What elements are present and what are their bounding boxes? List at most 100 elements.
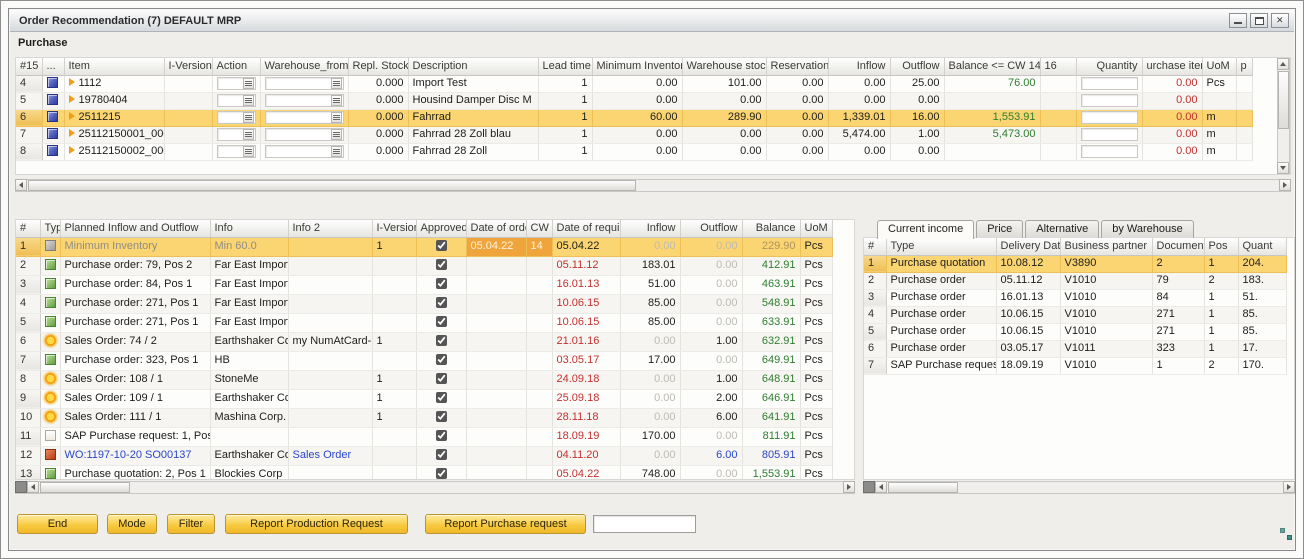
- quantity-input[interactable]: [1081, 145, 1138, 158]
- column-header[interactable]: #15: [16, 58, 42, 75]
- tab-alternative[interactable]: Alternative: [1025, 220, 1099, 238]
- column-header[interactable]: Typ: [40, 220, 60, 237]
- horizontal-scroll-thumb[interactable]: [40, 482, 130, 493]
- scroll-down-button[interactable]: [1277, 162, 1289, 174]
- choose-from-list-icon[interactable]: [331, 129, 342, 140]
- tab-current-income[interactable]: Current income: [877, 220, 974, 239]
- approved-checkbox[interactable]: [436, 297, 447, 308]
- minimize-button[interactable]: [1229, 13, 1247, 28]
- link-arrow-icon[interactable]: [69, 129, 75, 137]
- scroll-left-button[interactable]: [15, 179, 27, 191]
- column-header[interactable]: Business partner: [1060, 238, 1152, 255]
- column-header[interactable]: Document: [1152, 238, 1204, 255]
- approved-checkbox[interactable]: [436, 468, 447, 479]
- scroll-right-button[interactable]: [1283, 481, 1295, 493]
- approved-checkbox[interactable]: [436, 430, 447, 441]
- end-button[interactable]: End: [17, 514, 98, 534]
- quantity-input[interactable]: [1081, 77, 1138, 90]
- scroll-left-button[interactable]: [875, 481, 887, 493]
- column-header[interactable]: Balance <= CW 14: [944, 58, 1040, 75]
- resize-grip-icon[interactable]: [1279, 527, 1292, 540]
- top-grid-horizontal-scrollbar[interactable]: [15, 179, 1291, 192]
- income-grid-row[interactable]: 4Purchase order10.06.15V1010271185.: [864, 306, 1286, 323]
- title-bar[interactable]: Order Recommendation (7) DEFAULT MRP: [10, 10, 1294, 32]
- restore-button[interactable]: [1250, 13, 1268, 28]
- income-grid-row[interactable]: 3Purchase order16.01.13V101084151.: [864, 289, 1286, 306]
- approved-checkbox[interactable]: [436, 411, 447, 422]
- column-header[interactable]: urchase item: [1142, 58, 1202, 75]
- planned-grid-row[interactable]: 8Sales Order: 108 / 1StoneMe124.09.180.0…: [16, 370, 832, 389]
- column-header[interactable]: Balance: [742, 220, 800, 237]
- link-arrow-icon[interactable]: [69, 78, 75, 86]
- top-grid-row[interactable]: 625112150.000Fahrrad160.00289.900.001,33…: [16, 109, 1252, 126]
- action-input[interactable]: [217, 77, 256, 90]
- column-header[interactable]: Delivery Date: [996, 238, 1060, 255]
- column-header[interactable]: Minimum Inventory: [592, 58, 682, 75]
- column-header[interactable]: Quant: [1238, 238, 1286, 255]
- approved-checkbox[interactable]: [436, 335, 447, 346]
- top-grid-row[interactable]: 725112150001_0000.000Fahrrad 28 Zoll bla…: [16, 126, 1252, 143]
- column-header[interactable]: Info 2: [288, 220, 372, 237]
- column-header[interactable]: Outflow: [680, 220, 742, 237]
- planned-grid-row[interactable]: 5Purchase order: 271, Pos 1Far East Impo…: [16, 313, 832, 332]
- column-header[interactable]: Quantity: [1076, 58, 1142, 75]
- column-header[interactable]: Warehouse_from: [260, 58, 348, 75]
- column-header[interactable]: I-Version: [164, 58, 212, 75]
- link-arrow-icon[interactable]: [69, 112, 75, 120]
- choose-from-list-icon[interactable]: [243, 146, 254, 157]
- choose-from-list-icon[interactable]: [331, 112, 342, 123]
- column-header[interactable]: #: [864, 238, 886, 255]
- column-header[interactable]: p: [1236, 58, 1252, 75]
- planned-grid-row[interactable]: 9Sales Order: 109 / 1Earthshaker Cor125.…: [16, 389, 832, 408]
- planned-grid-row[interactable]: 11SAP Purchase request: 1, Pos 218.09.19…: [16, 427, 832, 446]
- column-header[interactable]: CW: [526, 220, 552, 237]
- column-header[interactable]: Planned Inflow and Outflow: [60, 220, 210, 237]
- choose-from-list-icon[interactable]: [243, 95, 254, 106]
- column-header[interactable]: Repl. Stock: [348, 58, 408, 75]
- report-production-request-button[interactable]: Report Production Request: [225, 514, 408, 534]
- column-header[interactable]: Inflow: [620, 220, 680, 237]
- choose-from-list-icon[interactable]: [243, 129, 254, 140]
- column-header[interactable]: Type: [886, 238, 996, 255]
- approved-checkbox[interactable]: [436, 354, 447, 365]
- report-purchase-request-button[interactable]: Report Purchase request: [425, 514, 586, 534]
- approved-checkbox[interactable]: [436, 449, 447, 460]
- choose-from-list-icon[interactable]: [243, 78, 254, 89]
- planned-grid-horizontal-scrollbar[interactable]: [15, 481, 855, 494]
- approved-checkbox[interactable]: [436, 240, 447, 251]
- tab-by-warehouse[interactable]: by Warehouse: [1101, 220, 1194, 238]
- top-grid-row[interactable]: 411120.000Import Test10.00101.000.000.00…: [16, 75, 1252, 92]
- column-header[interactable]: Pos: [1204, 238, 1238, 255]
- warehouse-from-input[interactable]: [265, 145, 344, 158]
- filter-button[interactable]: Filter: [167, 514, 215, 534]
- planned-grid-row[interactable]: 13Purchase quotation: 2, Pos 1Blockies C…: [16, 465, 832, 480]
- choose-from-list-icon[interactable]: [331, 146, 342, 157]
- planned-grid-row[interactable]: 2Purchase order: 79, Pos 2Far East Impor…: [16, 256, 832, 275]
- scroll-up-button[interactable]: [1277, 58, 1289, 70]
- column-header[interactable]: ...: [42, 58, 64, 75]
- horizontal-scroll-thumb[interactable]: [28, 180, 636, 191]
- income-grid-row[interactable]: 2Purchase order05.11.12V1010792183.: [864, 272, 1286, 289]
- column-header[interactable]: Outflow: [890, 58, 944, 75]
- approved-checkbox[interactable]: [436, 392, 447, 403]
- column-header[interactable]: Date of order: [466, 220, 526, 237]
- approved-checkbox[interactable]: [436, 373, 447, 384]
- scroll-left-button[interactable]: [27, 481, 39, 493]
- column-header[interactable]: Reservation: [766, 58, 828, 75]
- link-arrow-icon[interactable]: [69, 95, 75, 103]
- column-header[interactable]: UoM: [1202, 58, 1236, 75]
- footer-input[interactable]: [593, 515, 696, 533]
- action-input[interactable]: [217, 128, 256, 141]
- quantity-input[interactable]: [1081, 111, 1138, 124]
- horizontal-scroll-thumb[interactable]: [888, 482, 958, 493]
- column-header[interactable]: Lead time: [538, 58, 592, 75]
- income-grid-horizontal-scrollbar[interactable]: [863, 481, 1295, 494]
- close-button[interactable]: [1271, 13, 1289, 28]
- income-grid-row[interactable]: 7SAP Purchase request18.09.19V101012170.: [864, 357, 1286, 374]
- planned-grid-row[interactable]: 12WO:1197-10-20 SO00137Earthshaker CorSa…: [16, 446, 832, 465]
- choose-from-list-icon[interactable]: [243, 112, 254, 123]
- approved-checkbox[interactable]: [436, 316, 447, 327]
- scroll-right-button[interactable]: [1279, 179, 1291, 191]
- action-input[interactable]: [217, 145, 256, 158]
- mode-button[interactable]: Mode: [107, 514, 157, 534]
